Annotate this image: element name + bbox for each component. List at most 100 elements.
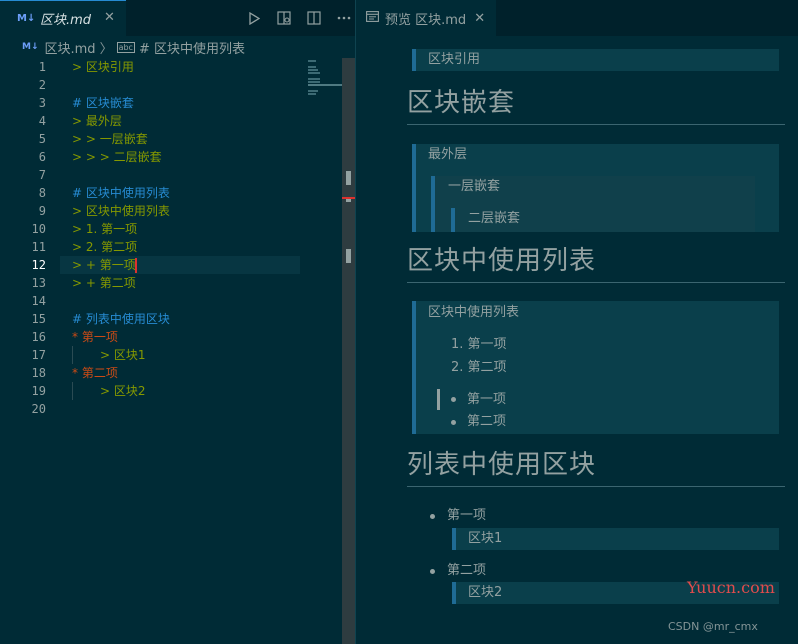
editor-tab-bar: M↓ 区块.md ✕: [0, 0, 356, 36]
scrollbar-marker: [346, 171, 351, 185]
line-number: 14: [31, 294, 46, 308]
line-number: 9: [38, 204, 46, 218]
breadcrumb-symbol[interactable]: # 区块中使用列表: [139, 38, 245, 57]
code-line: 19 > 区块2: [0, 382, 342, 400]
line-text: > > > 二层嵌套: [72, 150, 162, 164]
breadcrumb: M↓ 区块.md 〉 abc # 区块中使用列表: [0, 36, 356, 58]
blockquote-text: 最外层: [428, 147, 468, 162]
line-text: > 区块中使用列表: [72, 204, 170, 218]
line-number: 2: [38, 78, 46, 92]
line-number: 8: [38, 186, 46, 200]
code-line: 11 > 2. 第二项: [0, 238, 342, 256]
minimap[interactable]: [308, 58, 342, 98]
bullet-icon: [451, 420, 456, 425]
line-number: 13: [31, 276, 46, 290]
close-icon[interactable]: ✕: [104, 10, 115, 25]
code-line: 7: [0, 166, 342, 184]
line-text: # 区块中使用列表: [72, 186, 170, 200]
split-editor-icon[interactable]: [304, 8, 324, 28]
run-icon[interactable]: [244, 8, 264, 28]
heading-rule: [407, 124, 785, 125]
line-text: > 区块2: [100, 384, 146, 398]
tab-preview[interactable]: 预览 区块.md ✕: [356, 0, 496, 36]
preview-tab-bar: 预览 区块.md ✕: [356, 0, 798, 36]
unordered-list-item: 第一项: [467, 392, 507, 407]
heading-quote-in-list: 列表中使用区块: [407, 450, 597, 480]
code-line: 18 * 第二项: [0, 364, 342, 382]
ordered-list-item: 2. 第二项: [451, 360, 507, 375]
line-number: 4: [38, 114, 46, 128]
scrollbar-marker: [346, 199, 351, 202]
preview-icon: [366, 11, 379, 25]
line-number: 5: [38, 132, 46, 146]
line-number: 17: [31, 348, 46, 362]
code-line: 5 > > 一层嵌套: [0, 130, 342, 148]
code-line: 17 > 区块1: [0, 346, 342, 364]
bullet-icon: [451, 397, 456, 402]
line-text: > 最外层: [72, 114, 122, 128]
more-icon[interactable]: [334, 8, 354, 28]
markdown-icon: M↓: [17, 13, 36, 24]
breadcrumb-file[interactable]: 区块.md: [45, 38, 96, 57]
symbol-string-icon: abc: [116, 41, 135, 53]
line-number: 10: [31, 222, 46, 236]
heading-rule: [407, 282, 785, 283]
bullet-icon: [430, 514, 435, 519]
line-text: > > 一层嵌套: [72, 132, 148, 146]
line-text: > 1. 第一项: [72, 222, 138, 236]
blockquote-text: 二层嵌套: [468, 211, 521, 226]
line-text: * 第二项: [72, 366, 118, 380]
code-line: 1 > 区块引用: [0, 58, 342, 76]
close-icon[interactable]: ✕: [474, 11, 485, 26]
line-number: 3: [38, 96, 46, 110]
line-text: > 区块1: [100, 348, 146, 362]
bullet-icon: [430, 569, 435, 574]
list-marker-bar: [437, 389, 440, 410]
heading-list-in-quote: 区块中使用列表: [407, 246, 597, 276]
line-number: 1: [38, 60, 46, 74]
code-line: 9 > 区块中使用列表: [0, 202, 342, 220]
tab-editor-file[interactable]: M↓ 区块.md ✕: [0, 0, 126, 36]
line-number: 20: [31, 402, 46, 416]
vertical-scrollbar[interactable]: [342, 58, 356, 644]
code-line: 6 > > > 二层嵌套: [0, 148, 342, 166]
code-line: 10 > 1. 第一项: [0, 220, 342, 238]
code-line: 15 # 列表中使用区块: [0, 310, 342, 328]
line-number: 18: [31, 366, 46, 380]
editor-toolbar: [244, 8, 354, 28]
code-line: 13 > + 第二项: [0, 274, 342, 292]
blockquote-text: 区块2: [468, 585, 503, 600]
line-number: 15: [31, 312, 46, 326]
code-line: 3 # 区块嵌套: [0, 94, 342, 112]
code-line: 20: [0, 400, 342, 418]
line-text: > + 第二项: [72, 276, 136, 290]
scrollbar-marker: [346, 249, 351, 263]
watermark: Yuucn.com: [687, 578, 775, 597]
blockquote-text: 区块1: [468, 531, 503, 546]
blockquote-text: 区块引用: [428, 52, 481, 67]
editor-pane: M↓ 区块.md ✕ M↓ 区块.md 〉 abc # 区块中使用列表 1 > …: [0, 0, 356, 644]
line-number: 19: [31, 384, 46, 398]
line-text: # 列表中使用区块: [72, 312, 170, 326]
line-text: # 区块嵌套: [72, 96, 134, 110]
code-line: 16 * 第一项: [0, 328, 342, 346]
heading-rule: [407, 486, 785, 487]
heading-nesting: 区块嵌套: [407, 88, 516, 118]
line-text: * 第一项: [72, 330, 118, 344]
open-preview-icon[interactable]: [274, 8, 294, 28]
line-number: 7: [38, 168, 46, 182]
code-line-active: 12 > + 第一项: [0, 256, 342, 274]
code-editor[interactable]: 1 > 区块引用 2 3 # 区块嵌套 4 > 最外层 5 > > 一层嵌套 6 > > …: [0, 58, 342, 644]
line-text: > 区块引用: [72, 60, 134, 74]
list-item: 第一项: [447, 508, 487, 523]
code-line: 2: [0, 76, 342, 94]
code-line: 8 # 区块中使用列表: [0, 184, 342, 202]
ordered-list-item: 1. 第一项: [451, 337, 507, 352]
text-cursor: [135, 258, 137, 273]
blockquote-text: 区块中使用列表: [428, 305, 520, 320]
line-number: 16: [31, 330, 46, 344]
tab-title: 区块.md: [40, 13, 92, 28]
blockquote-text: 一层嵌套: [448, 179, 501, 194]
line-number: 6: [38, 150, 46, 164]
tab-title: 预览 区块.md: [385, 12, 467, 28]
